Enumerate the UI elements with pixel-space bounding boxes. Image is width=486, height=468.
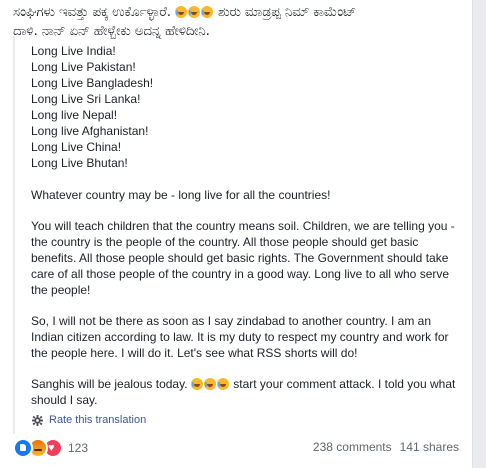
comments-count-link[interactable]: 238 comments — [313, 440, 392, 454]
country-line: Long Live Sri Lanka! — [31, 92, 141, 106]
laughing-emoji-icon — [200, 6, 213, 18]
country-line: Long live Nepal! — [31, 108, 118, 122]
country-line: Long Live China! — [31, 140, 122, 154]
country-line: Long Live Bhutan! — [31, 156, 128, 170]
reaction-count: 123 — [68, 441, 89, 455]
rate-translation-label: Rate this translation — [49, 414, 147, 426]
rate-translation-link[interactable]: Rate this translation — [32, 412, 146, 428]
country-line: Long live Afghanistan! — [31, 124, 149, 138]
like-reaction-icon — [13, 438, 33, 458]
laughing-emoji-icon — [187, 6, 200, 18]
translation-paragraph-4: Sanghis will be jealous today. start you… — [31, 376, 461, 408]
translation-paragraph-1: Whatever country may be - long live for … — [31, 188, 331, 202]
gear-icon — [32, 414, 43, 426]
country-line: Long Live Bangladesh! — [31, 76, 154, 90]
translation-paragraph-4-part1: Sanghis will be jealous today. — [31, 377, 188, 391]
translation-text: Long Live India! Long Live Pakistan! Lon… — [31, 43, 461, 423]
translation-paragraph-2: You will teach children that the country… — [31, 219, 455, 297]
laughing-emoji-icon — [203, 378, 216, 390]
post-stats: 238 comments 141 shares — [313, 440, 459, 454]
original-text-part1: ಸಂಘಿಗಳು ಇವತ್ತು ಪಕ್ಕ ಉರ್ಕೊಳ್ಳಾರೆ. — [13, 4, 171, 20]
country-line: Long Live Pakistan! — [31, 60, 136, 74]
translation-paragraph-3: So, I will not be there as soon as I say… — [31, 314, 449, 360]
shares-count-link[interactable]: 141 shares — [400, 440, 459, 454]
post-card: ಸಂಘಿಗಳು ಇವತ್ತು ಪಕ್ಕ ಉರ್ಕೊಳ್ಳಾರೆ. ಶುರು ಮಾ… — [0, 0, 473, 468]
laughing-emoji-icon — [216, 378, 229, 390]
translation-block: Long Live India! Long Live Pakistan! Lon… — [13, 36, 467, 434]
laughing-emoji-icon — [190, 378, 203, 390]
laughing-emoji-icon — [174, 6, 187, 18]
country-list: Long Live India! Long Live Pakistan! Lon… — [31, 43, 461, 171]
country-line: Long Live India! — [31, 44, 116, 58]
original-text-part2: ಶುರು ಮಾಡ್ರಪ್ಪ ನಿಮ್ ಕಾಮೆಂಟ್ — [218, 4, 357, 20]
reactions-summary[interactable]: 123 — [13, 438, 88, 458]
post-footer: 123 238 comments 141 shares — [0, 434, 473, 462]
